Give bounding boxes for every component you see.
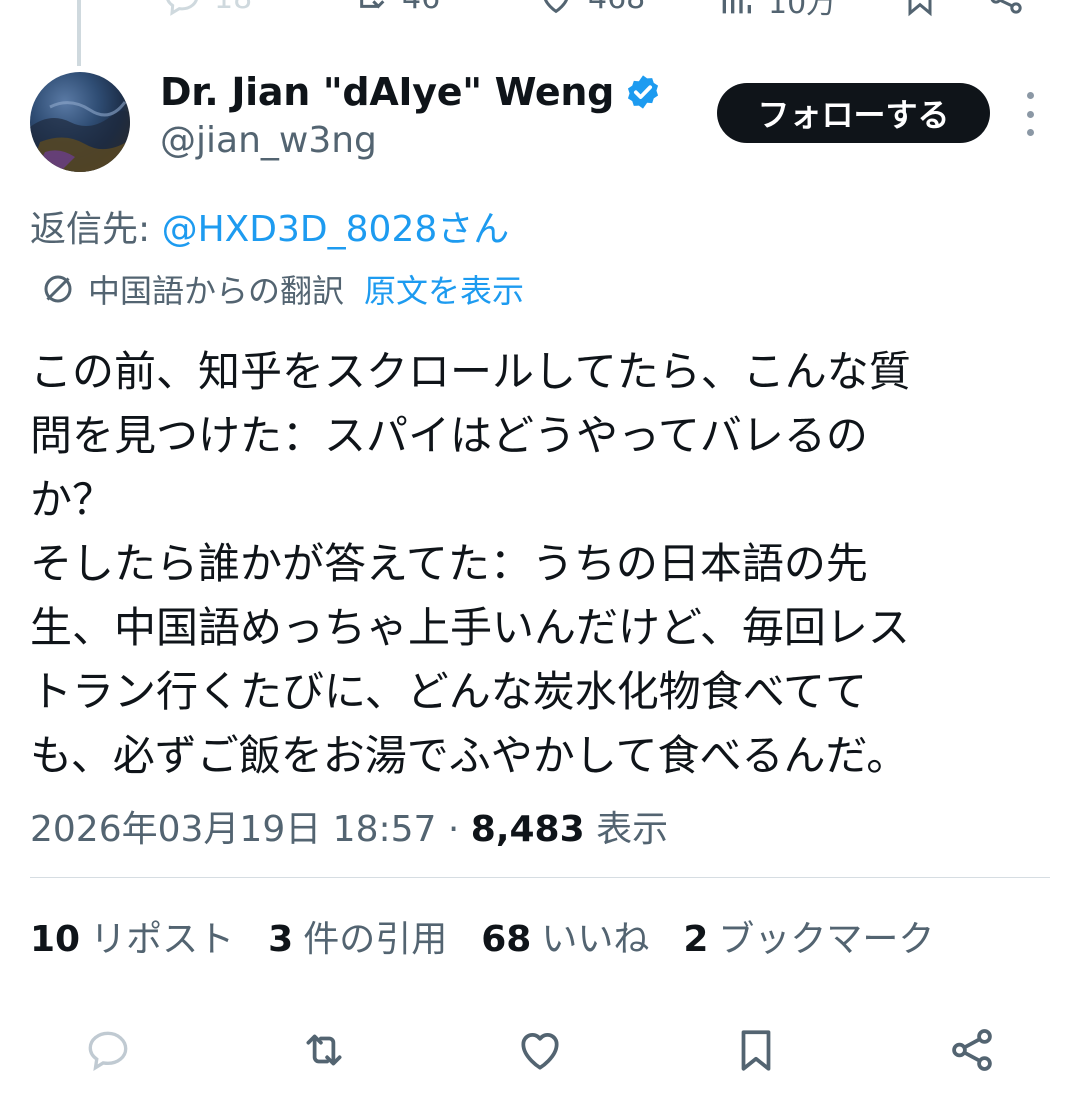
views-label: 表示 — [584, 809, 669, 850]
share-icon — [990, 0, 1022, 14]
follow-button[interactable]: フォローする — [717, 83, 990, 143]
stat-label: 件の引用 — [303, 919, 448, 960]
previous-tweet-action-bar: 18 46 468 10万 — [0, 0, 1072, 22]
author-handle[interactable]: @jian_w3ng — [160, 120, 377, 161]
share-icon — [952, 1029, 992, 1071]
tweet-text-line: も、必ずご飯をお湯でふやかして食べるんだ。 — [30, 731, 909, 780]
tweet-text: この前、知乎をスクロールしてたら、こんな質 問を見つけた：スパイはどうやってバレ… — [30, 340, 1050, 788]
like-button[interactable] — [514, 1024, 566, 1076]
prev-repost-count: 46 — [402, 0, 440, 16]
stat-label: リポスト — [90, 919, 235, 960]
prev-like-action[interactable]: 468 — [536, 0, 645, 18]
thread-connector-line — [77, 0, 81, 66]
stat-count: 10 — [30, 919, 81, 960]
share-button[interactable] — [946, 1024, 998, 1076]
translation-row: 中国語からの翻訳 原文を表示 — [40, 266, 524, 312]
prev-reply-action[interactable]: 18 — [162, 0, 252, 18]
reply-icon — [166, 0, 198, 16]
tweet-meta: 2026年03月19日 18:57 · 8,483 表示 — [30, 800, 668, 852]
tweet-timestamp[interactable]: 2026年03月19日 18:57 — [30, 809, 436, 850]
reply-to-mention[interactable]: @HXD3D_8028さん — [162, 209, 510, 250]
more-dot — [1026, 110, 1034, 118]
prev-reply-count: 18 — [214, 0, 252, 16]
repost-button[interactable] — [298, 1024, 350, 1076]
heart-icon — [521, 1032, 559, 1070]
stat-count: 2 — [683, 919, 709, 960]
show-original-link[interactable]: 原文を表示 — [364, 266, 524, 312]
prev-share-action[interactable] — [986, 0, 1026, 18]
reply-icon — [88, 1031, 128, 1072]
prev-views-action[interactable]: 10万 — [716, 0, 836, 22]
tweet-text-line: トラン行くたびに、どんな炭水化物食べてて — [30, 667, 868, 716]
prev-repost-action[interactable]: 46 — [350, 0, 440, 18]
stat-quotes[interactable]: 3 件の引用 — [268, 910, 447, 962]
stat-count: 3 — [268, 919, 294, 960]
tweet-text-line: 問を見つけた：スパイはどうやってバレるの — [30, 411, 868, 460]
stat-bookmarks[interactable]: 2 ブックマーク — [683, 910, 934, 962]
stat-count: 68 — [481, 919, 532, 960]
avatar[interactable] — [30, 72, 130, 172]
stat-likes[interactable]: 68 いいね — [481, 910, 649, 962]
divider — [30, 877, 1050, 878]
repost-icon — [306, 1034, 342, 1066]
prev-like-count: 468 — [588, 0, 645, 16]
tweet-text-line: この前、知乎をスクロールしてたら、こんな質 — [30, 347, 911, 396]
avatar-image — [30, 101, 130, 172]
engagement-stats: 10 リポスト 3 件の引用 68 いいね 2 ブックマーク — [30, 910, 934, 962]
prev-bookmark-action[interactable] — [900, 0, 940, 18]
meta-separator: · — [436, 809, 471, 850]
tweet-text-line: 生、中国語めっちゃ上手いんだけど、毎回レス — [30, 603, 910, 652]
prev-views-count: 10万 — [768, 0, 837, 21]
repost-icon — [360, 0, 385, 9]
bookmark-icon — [741, 1030, 771, 1071]
tweet-text-line: そしたら誰かが答えてた：うちの日本語の先 — [30, 539, 868, 588]
author-display-name[interactable]: Dr. Jian "dAIye" Weng — [160, 70, 614, 114]
more-options-icon[interactable] — [1016, 92, 1044, 136]
views-count: 8,483 — [470, 809, 585, 850]
reply-to-line: 返信先: @HXD3D_8028さん — [30, 200, 509, 252]
views-icon — [722, 0, 751, 14]
stat-reposts[interactable]: 10 リポスト — [30, 910, 234, 962]
stat-label: ブックマーク — [718, 919, 935, 960]
verified-badge-icon — [624, 73, 662, 111]
stat-label: いいね — [541, 919, 650, 960]
author-name-row: Dr. Jian "dAIye" Weng — [160, 70, 662, 114]
reply-button[interactable] — [82, 1024, 134, 1076]
tweet-text-line: か？ — [30, 475, 115, 524]
more-dot — [1026, 92, 1034, 99]
bookmark-icon — [908, 0, 932, 17]
more-dot — [1026, 129, 1034, 136]
tweet-detail-page: 18 46 468 10万 Dr. Jian "dAIye" — [0, 0, 1072, 1105]
translate-icon — [44, 275, 72, 303]
heart-icon — [544, 0, 568, 14]
reply-to-prefix: 返信先: — [30, 209, 162, 250]
translation-label: 中国語からの翻訳 — [88, 272, 345, 310]
bookmark-button[interactable] — [730, 1024, 782, 1076]
